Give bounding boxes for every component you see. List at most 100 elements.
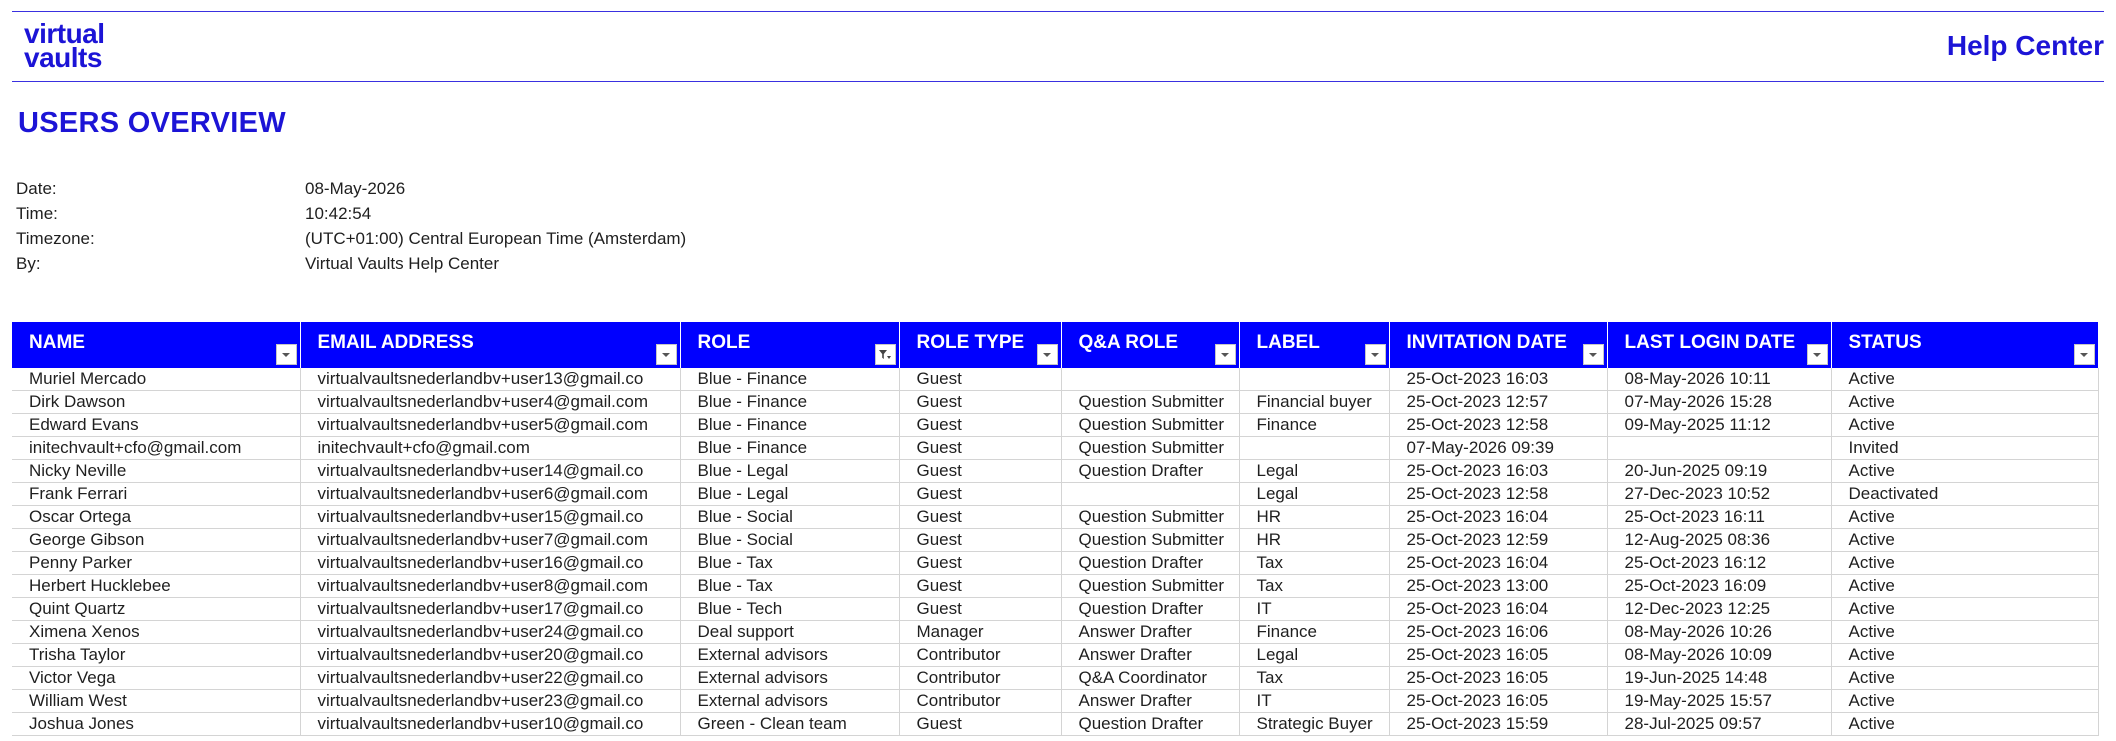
cell-last-login-date[interactable]: 25-Oct-2023 16:11 — [1607, 505, 1832, 529]
cell-name[interactable]: Trisha Taylor — [12, 643, 301, 667]
cell-qanda-role[interactable]: Question Drafter — [1061, 712, 1240, 736]
cell-invitation-date[interactable]: 25-Oct-2023 16:04 — [1389, 597, 1608, 621]
cell-qanda-role[interactable]: Q&A Coordinator — [1061, 666, 1240, 690]
cell-status[interactable]: Active — [1831, 368, 2099, 391]
cell-role[interactable]: Blue - Legal — [680, 482, 900, 506]
cell-invitation-date[interactable]: 25-Oct-2023 16:04 — [1389, 505, 1608, 529]
cell-role[interactable]: Blue - Finance — [680, 413, 900, 437]
cell-label[interactable]: Finance — [1239, 413, 1390, 437]
cell-role-type[interactable]: Guest — [899, 712, 1062, 736]
cell-invitation-date[interactable]: 25-Oct-2023 16:04 — [1389, 551, 1608, 575]
cell-qanda-role[interactable]: Answer Drafter — [1061, 689, 1240, 713]
cell-last-login-date[interactable]: 28-Jul-2025 09:57 — [1607, 712, 1832, 736]
cell-status[interactable]: Active — [1831, 689, 2099, 713]
dropdown-arrow-icon[interactable] — [655, 344, 677, 365]
cell-email-address[interactable]: virtualvaultsnederlandbv+user10@gmail.co — [300, 712, 681, 736]
column-header-status[interactable]: STATUS — [1831, 322, 2099, 368]
cell-last-login-date[interactable]: 12-Dec-2023 12:25 — [1607, 597, 1832, 621]
cell-qanda-role[interactable] — [1061, 482, 1240, 506]
cell-last-login-date[interactable]: 08-May-2026 10:26 — [1607, 620, 1832, 644]
cell-role[interactable]: Blue - Finance — [680, 436, 900, 460]
cell-qanda-role[interactable]: Question Submitter — [1061, 574, 1240, 598]
cell-name[interactable]: Quint Quartz — [12, 597, 301, 621]
column-header-email-address[interactable]: EMAIL ADDRESS — [300, 322, 681, 368]
table-row[interactable]: initechvault+cfo@gmail.com initechvault+c… — [12, 436, 2099, 460]
cell-invitation-date[interactable]: 25-Oct-2023 16:05 — [1389, 643, 1608, 667]
cell-role[interactable]: Blue - Legal — [680, 459, 900, 483]
table-row[interactable]: Dirk Dawson virtualvaultsnederlandbv+user… — [12, 390, 2099, 414]
cell-invitation-date[interactable]: 25-Oct-2023 16:05 — [1389, 689, 1608, 713]
cell-role[interactable]: Blue - Social — [680, 528, 900, 552]
cell-email-address[interactable]: initechvault+cfo@gmail.com — [300, 436, 681, 460]
cell-qanda-role[interactable]: Question Drafter — [1061, 551, 1240, 575]
cell-label[interactable]: Finance — [1239, 620, 1390, 644]
cell-role-type[interactable]: Manager — [899, 620, 1062, 644]
cell-last-login-date[interactable]: 19-Jun-2025 14:48 — [1607, 666, 1832, 690]
cell-qanda-role[interactable]: Question Drafter — [1061, 597, 1240, 621]
table-row[interactable]: George Gibson virtualvaultsnederlandbv+us… — [12, 528, 2099, 552]
cell-name[interactable]: George Gibson — [12, 528, 301, 552]
cell-role[interactable]: Blue - Tax — [680, 574, 900, 598]
cell-status[interactable]: Active — [1831, 666, 2099, 690]
cell-email-address[interactable]: virtualvaultsnederlandbv+user22@gmail.co — [300, 666, 681, 690]
cell-qanda-role[interactable] — [1061, 368, 1240, 391]
cell-invitation-date[interactable]: 25-Oct-2023 15:59 — [1389, 712, 1608, 736]
dropdown-arrow-icon[interactable] — [275, 344, 297, 365]
cell-label[interactable]: Tax — [1239, 551, 1390, 575]
cell-role-type[interactable]: Guest — [899, 368, 1062, 391]
cell-name[interactable]: Ximena Xenos — [12, 620, 301, 644]
cell-role-type[interactable]: Contributor — [899, 666, 1062, 690]
cell-label[interactable] — [1239, 368, 1390, 391]
cell-last-login-date[interactable]: 19-May-2025 15:57 — [1607, 689, 1832, 713]
table-row[interactable]: Oscar Ortega virtualvaultsnederlandbv+use… — [12, 505, 2099, 529]
virtual-vaults-logo[interactable]: virtual vaults — [24, 20, 105, 72]
cell-label[interactable]: IT — [1239, 689, 1390, 713]
cell-qanda-role[interactable]: Question Submitter — [1061, 390, 1240, 414]
dropdown-arrow-icon[interactable] — [1582, 344, 1604, 365]
cell-email-address[interactable]: virtualvaultsnederlandbv+user7@gmail.com — [300, 528, 681, 552]
cell-status[interactable]: Active — [1831, 712, 2099, 736]
cell-email-address[interactable]: virtualvaultsnederlandbv+user8@gmail.com — [300, 574, 681, 598]
cell-role[interactable]: External advisors — [680, 666, 900, 690]
cell-status[interactable]: Active — [1831, 528, 2099, 552]
cell-label[interactable]: Legal — [1239, 643, 1390, 667]
table-row[interactable]: Herbert Hucklebee virtualvaultsnederlandb… — [12, 574, 2099, 598]
cell-role-type[interactable]: Guest — [899, 459, 1062, 483]
table-row[interactable]: Muriel Mercado virtualvaultsnederlandbv+u… — [12, 368, 2099, 391]
cell-role[interactable]: Blue - Tax — [680, 551, 900, 575]
cell-label[interactable]: HR — [1239, 528, 1390, 552]
cell-qanda-role[interactable]: Question Submitter — [1061, 528, 1240, 552]
cell-label[interactable]: Tax — [1239, 574, 1390, 598]
cell-name[interactable]: William West — [12, 689, 301, 713]
column-header-role[interactable]: ROLE — [680, 322, 900, 368]
cell-last-login-date[interactable]: 08-May-2026 10:09 — [1607, 643, 1832, 667]
cell-invitation-date[interactable]: 25-Oct-2023 16:05 — [1389, 666, 1608, 690]
cell-role-type[interactable]: Guest — [899, 390, 1062, 414]
cell-email-address[interactable]: virtualvaultsnederlandbv+user6@gmail.com — [300, 482, 681, 506]
cell-role-type[interactable]: Guest — [899, 551, 1062, 575]
cell-status[interactable]: Active — [1831, 505, 2099, 529]
cell-status[interactable]: Active — [1831, 574, 2099, 598]
cell-invitation-date[interactable]: 25-Oct-2023 16:03 — [1389, 368, 1608, 391]
cell-name[interactable]: Victor Vega — [12, 666, 301, 690]
table-row[interactable]: Victor Vega virtualvaultsnederlandbv+user… — [12, 666, 2099, 690]
table-row[interactable]: Quint Quartz virtualvaultsnederlandbv+use… — [12, 597, 2099, 621]
cell-last-login-date[interactable]: 12-Aug-2025 08:36 — [1607, 528, 1832, 552]
column-header-label[interactable]: LABEL — [1239, 322, 1390, 368]
cell-invitation-date[interactable]: 25-Oct-2023 16:06 — [1389, 620, 1608, 644]
cell-label[interactable]: HR — [1239, 505, 1390, 529]
cell-name[interactable]: Frank Ferrari — [12, 482, 301, 506]
cell-email-address[interactable]: virtualvaultsnederlandbv+user4@gmail.com — [300, 390, 681, 414]
cell-qanda-role[interactable]: Answer Drafter — [1061, 643, 1240, 667]
cell-name[interactable]: initechvault+cfo@gmail.com — [12, 436, 301, 460]
cell-email-address[interactable]: virtualvaultsnederlandbv+user5@gmail.com — [300, 413, 681, 437]
cell-qanda-role[interactable]: Question Submitter — [1061, 505, 1240, 529]
cell-last-login-date[interactable]: 25-Oct-2023 16:12 — [1607, 551, 1832, 575]
dropdown-arrow-icon[interactable] — [1806, 344, 1828, 365]
cell-name[interactable]: Penny Parker — [12, 551, 301, 575]
cell-last-login-date[interactable]: 09-May-2025 11:12 — [1607, 413, 1832, 437]
cell-email-address[interactable]: virtualvaultsnederlandbv+user24@gmail.co — [300, 620, 681, 644]
cell-last-login-date[interactable]: 07-May-2026 15:28 — [1607, 390, 1832, 414]
cell-invitation-date[interactable]: 25-Oct-2023 16:03 — [1389, 459, 1608, 483]
cell-role-type[interactable]: Guest — [899, 436, 1062, 460]
